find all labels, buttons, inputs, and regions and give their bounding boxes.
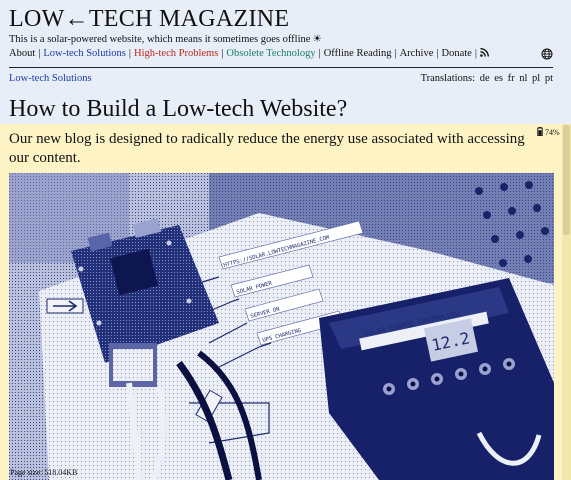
- rss-link[interactable]: [480, 48, 489, 59]
- photo-illustration: HTTPS://SOLAR.LOWTECHMAGAZINE.COM SOLAR …: [9, 173, 554, 480]
- translation-link-pl[interactable]: pl: [532, 73, 540, 84]
- translation-link-pt[interactable]: pt: [545, 73, 553, 84]
- translation-link-nl[interactable]: nl: [519, 73, 527, 84]
- article-photo: HTTPS://SOLAR.LOWTECHMAGAZINE.COM SOLAR …: [9, 173, 554, 480]
- tagline-text: This is a solar-powered website, which m…: [9, 34, 311, 45]
- sun-icon: ☀: [312, 34, 322, 45]
- scrollbar-thumb[interactable]: [563, 125, 570, 235]
- nav-item-high-tech-problems[interactable]: High-tech Problems: [134, 48, 218, 59]
- page-size: Page size: 518.04KB: [10, 468, 78, 477]
- page: LOW←TECH MAGAZINE This is a solar-powere…: [0, 0, 571, 480]
- nav-separator: |: [394, 48, 397, 59]
- nav-item-low-tech-solutions[interactable]: Low-tech Solutions: [43, 48, 126, 59]
- battery-level: 74%: [545, 128, 560, 137]
- nav-item-about[interactable]: About: [9, 48, 35, 59]
- nav-separator: |: [38, 48, 41, 59]
- globe-icon[interactable]: [541, 48, 553, 60]
- article-lede: Our new blog is designed to radically re…: [9, 131, 525, 166]
- nav-separator: |: [128, 48, 132, 59]
- translation-link-fr[interactable]: fr: [508, 73, 515, 84]
- nav-item-obsolete-technology[interactable]: Obsolete Technology: [226, 48, 315, 59]
- nav-separator: |: [436, 48, 439, 59]
- nav-item-archive[interactable]: Archive: [400, 48, 434, 59]
- nav-item-offline-reading[interactable]: Offline Reading: [324, 48, 392, 59]
- site-title[interactable]: LOW←TECH MAGAZINE: [9, 6, 289, 33]
- nav-separator: |: [221, 48, 224, 59]
- translation-link-es[interactable]: es: [494, 73, 503, 84]
- nav-separator: |: [318, 48, 321, 59]
- article-title: How to Build a Low-tech Website?: [9, 96, 348, 122]
- battery-indicator: 74%: [537, 127, 560, 137]
- translations: Translations: de es fr nl pl pt: [421, 73, 553, 84]
- breadcrumb-category[interactable]: Low-tech Solutions: [9, 73, 92, 84]
- rss-icon: [480, 48, 489, 57]
- nav-item-donate[interactable]: Donate: [442, 48, 472, 59]
- translation-link-de[interactable]: de: [480, 73, 490, 84]
- battery-icon: [537, 127, 543, 136]
- translations-label: Translations:: [420, 73, 476, 84]
- main-nav: About | Low-tech Solutions | High-tech Probl…: [9, 48, 489, 59]
- tagline: This is a solar-powered website, which m…: [9, 33, 322, 45]
- header-divider: [9, 67, 553, 68]
- nav-separator: |: [474, 48, 477, 59]
